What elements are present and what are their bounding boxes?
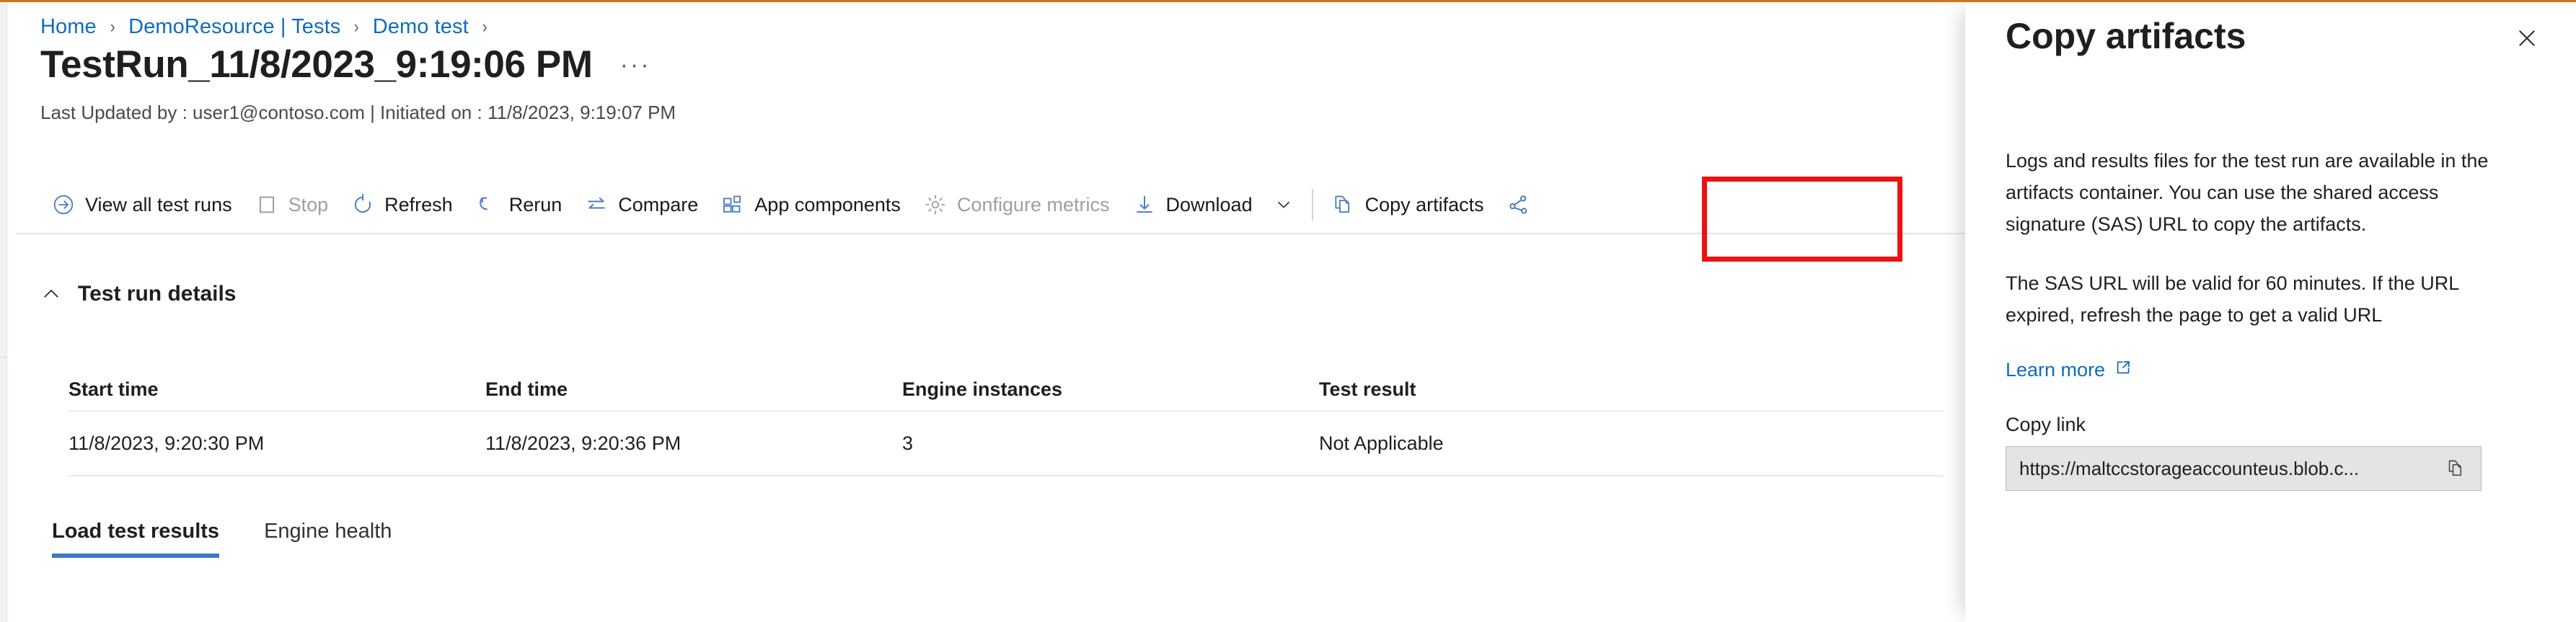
chevron-down-icon — [1274, 195, 1293, 214]
command-view-all-test-runs[interactable]: View all test runs — [40, 182, 244, 227]
command-bar-bottom-rule — [16, 233, 1967, 234]
command-compare[interactable]: Compare — [573, 182, 710, 227]
test-run-details-table: Start time End time Engine instances Tes… — [69, 368, 1944, 476]
command-label: Rerun — [509, 194, 563, 216]
table-header-row: Start time End time Engine instances Tes… — [69, 368, 1944, 410]
panel-paragraph-sas-validity: The SAS URL will be valid for 60 minutes… — [2006, 267, 2522, 331]
tab-label: Load test results — [52, 520, 219, 543]
compare-arrows-icon — [585, 193, 608, 216]
command-label: Stop — [288, 194, 329, 216]
command-label: Compare — [618, 194, 698, 216]
chevron-up-icon — [40, 283, 62, 305]
stop-square-icon — [255, 193, 278, 216]
command-label: View all test runs — [85, 194, 232, 216]
command-copy-artifacts[interactable]: Copy artifacts — [1320, 182, 1496, 227]
window-accent-border — [0, 0, 2576, 2]
command-share-graph[interactable] — [1496, 182, 1542, 227]
copy-link-label: Copy link — [2006, 414, 2522, 436]
pivot-tabs: Load test results Engine health — [40, 514, 403, 558]
command-refresh[interactable]: Refresh — [340, 182, 464, 227]
section-title: Test run details — [78, 282, 237, 306]
copy-link-value: https://maltccstorageaccounteus.blob.c..… — [2019, 458, 2442, 480]
cell-end-time: 11/8/2023, 9:20:36 PM — [485, 432, 902, 455]
table-row: 11/8/2023, 9:20:30 PM 11/8/2023, 9:20:36… — [69, 412, 1944, 475]
tab-load-test-results[interactable]: Load test results — [40, 514, 231, 558]
page-title-row: TestRun_11/8/2023_9:19:06 PM ··· — [40, 43, 651, 87]
refresh-icon — [351, 193, 374, 216]
column-header-test-result: Test result — [1319, 378, 1752, 401]
panel-body: Logs and results files for the test run … — [2006, 145, 2522, 491]
share-graph-icon — [1507, 193, 1530, 216]
panel-paragraph-artifacts-info: Logs and results files for the test run … — [2006, 145, 2522, 240]
command-download[interactable]: Download — [1121, 182, 1305, 227]
command-label: Configure metrics — [957, 194, 1110, 216]
tab-engine-health[interactable]: Engine health — [252, 514, 403, 558]
more-options-icon[interactable]: ··· — [620, 53, 651, 77]
external-link-icon — [2114, 358, 2132, 382]
command-bar: View all test runs Stop Refresh — [40, 177, 1542, 233]
arrow-right-circle-icon — [52, 193, 75, 216]
command-stop[interactable]: Stop — [244, 182, 340, 227]
page-subtitle: Last Updated by : user1@contoso.com | In… — [40, 102, 676, 123]
command-bar-divider — [1312, 189, 1313, 221]
screen-root: Home › DemoResource | Tests › Demo test … — [0, 0, 2576, 622]
column-header-engine-instances: Engine instances — [902, 378, 1319, 401]
download-icon — [1133, 193, 1156, 216]
copy-pages-icon — [1332, 193, 1355, 216]
command-label: Copy artifacts — [1365, 194, 1484, 216]
column-header-start-time: Start time — [69, 378, 485, 401]
tab-content-area — [16, 579, 1973, 622]
gear-icon — [924, 193, 947, 216]
copy-artifacts-panel: Copy artifacts Logs and results files fo… — [1965, 2, 2576, 622]
cell-engine-instances: 3 — [902, 432, 1319, 455]
command-label: App components — [754, 194, 901, 216]
test-run-details-section-toggle[interactable]: Test run details — [40, 282, 237, 306]
column-header-end-time: End time — [485, 378, 902, 401]
breadcrumb-item-demoresource-tests[interactable]: DemoResource | Tests — [128, 17, 340, 37]
command-label: Download — [1166, 194, 1253, 216]
panel-header: Copy artifacts — [2006, 15, 2547, 58]
page-title: TestRun_11/8/2023_9:19:06 PM — [40, 43, 593, 87]
rerun-icon — [476, 193, 499, 216]
breadcrumb-separator-icon: › — [482, 18, 487, 36]
command-rerun[interactable]: Rerun — [464, 182, 574, 227]
breadcrumb-separator-icon: › — [110, 18, 115, 36]
command-configure-metrics[interactable]: Configure metrics — [912, 182, 1121, 227]
app-components-icon — [721, 193, 744, 216]
breadcrumb-item-home[interactable]: Home — [40, 17, 97, 37]
tab-label: Engine health — [264, 520, 392, 543]
panel-title: Copy artifacts — [2006, 15, 2246, 57]
command-app-components[interactable]: App components — [710, 182, 912, 227]
table-bottom-rule — [69, 475, 1944, 476]
breadcrumb: Home › DemoResource | Tests › Demo test … — [40, 17, 500, 37]
main-blade: Home › DemoResource | Tests › Demo test … — [8, 2, 1965, 622]
cell-start-time: 11/8/2023, 9:20:30 PM — [69, 432, 485, 455]
copy-to-clipboard-button[interactable] — [2442, 454, 2471, 483]
command-label: Refresh — [384, 194, 453, 216]
cell-test-result: Not Applicable — [1319, 432, 1752, 455]
left-gutter — [0, 2, 7, 622]
breadcrumb-item-demo-test[interactable]: Demo test — [373, 17, 469, 37]
breadcrumb-separator-icon: › — [354, 18, 359, 36]
close-icon[interactable] — [2507, 18, 2547, 58]
copy-link-input[interactable]: https://maltccstorageaccounteus.blob.c..… — [2006, 446, 2482, 491]
learn-more-label: Learn more — [2006, 359, 2105, 381]
learn-more-link[interactable]: Learn more — [2006, 358, 2132, 382]
